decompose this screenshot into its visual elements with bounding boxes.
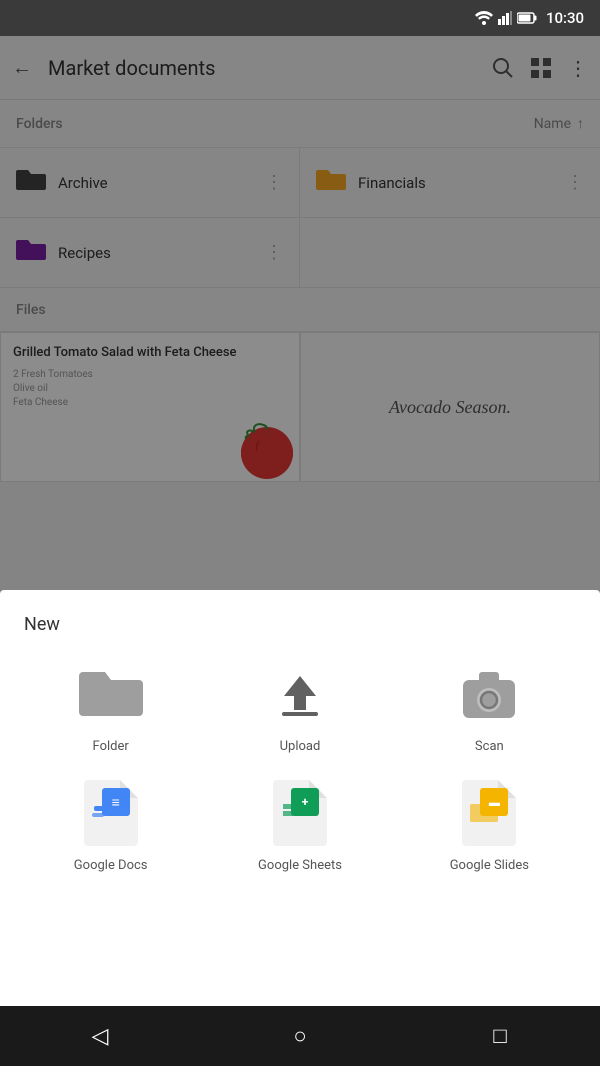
new-item-google-slides[interactable]: ▬ Google Slides: [395, 778, 584, 873]
signal-icon: [498, 11, 512, 25]
status-bar: 10:30: [0, 0, 600, 36]
wifi-icon: [475, 11, 493, 25]
nav-home-button[interactable]: ○: [275, 1011, 325, 1061]
new-google-sheets-label: Google Sheets: [258, 858, 342, 873]
new-item-upload[interactable]: Upload: [205, 659, 394, 754]
new-scan-icon: [454, 659, 524, 729]
new-upload-label: Upload: [280, 739, 321, 754]
upload-arrow-svg: [278, 672, 322, 716]
google-slides-badge: ▬: [480, 788, 508, 816]
new-google-slides-label: Google Slides: [450, 858, 529, 873]
new-google-docs-icon: ≡: [76, 778, 146, 848]
new-upload-icon: [265, 659, 335, 729]
google-sheets-badge: +: [291, 788, 319, 816]
new-items-grid: Folder Upload: [0, 659, 600, 873]
new-google-sheets-icon: +: [265, 778, 335, 848]
status-icons: 10:30: [475, 9, 584, 27]
nav-bar: ◁ ○ □: [0, 1006, 600, 1066]
new-item-folder[interactable]: Folder: [16, 659, 205, 754]
new-item-google-sheets[interactable]: + Google Sheets: [205, 778, 394, 873]
new-google-slides-icon: ▬: [454, 778, 524, 848]
new-bottom-sheet: New Folder Upload: [0, 590, 600, 1006]
battery-icon: [517, 12, 537, 24]
new-folder-label: Folder: [93, 739, 129, 754]
nav-back-button[interactable]: ◁: [75, 1011, 125, 1061]
new-google-docs-label: Google Docs: [74, 858, 148, 873]
new-scan-label: Scan: [475, 739, 504, 754]
folder-new-svg: [79, 668, 143, 720]
new-item-scan[interactable]: Scan: [395, 659, 584, 754]
nav-square-button[interactable]: □: [475, 1011, 525, 1061]
new-item-google-docs[interactable]: ≡ Google Docs: [16, 778, 205, 873]
new-label: New: [0, 614, 600, 659]
google-docs-badge: ≡: [102, 788, 130, 816]
status-time: 10:30: [546, 9, 584, 27]
camera-svg: [459, 668, 519, 720]
new-folder-icon: [76, 659, 146, 729]
